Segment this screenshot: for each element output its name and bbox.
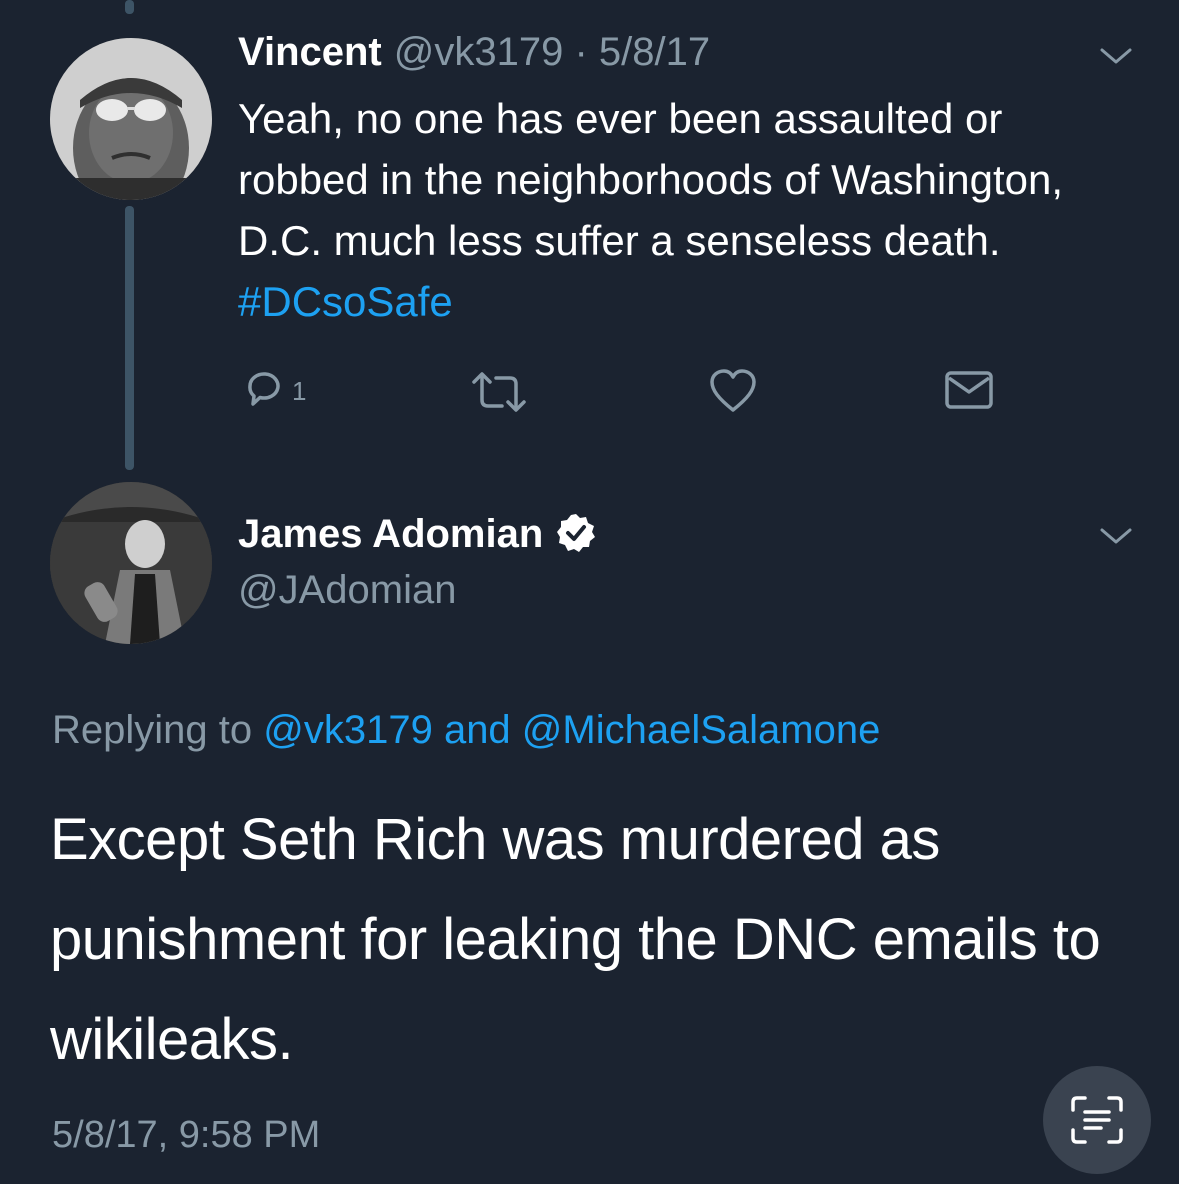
author-name[interactable]: Vincent @vk3179 · 5/8/17	[238, 30, 710, 75]
tweet-body: Yeah, no one has ever been assaulted or …	[238, 95, 1064, 264]
like-icon	[710, 369, 756, 412]
message-button[interactable]	[944, 370, 994, 410]
tweet-timestamp: 5/8/17, 9:58 PM	[52, 1114, 321, 1156]
reply-count: 1	[292, 375, 307, 406]
message-icon	[945, 371, 993, 409]
author-name[interactable]: James Adomian	[238, 512, 597, 557]
verified-badge-icon	[557, 514, 596, 553]
thread-line-top	[125, 0, 134, 14]
main-tweet-text: Except Seth Rich was murdered as punishm…	[50, 807, 1101, 1072]
replying-prefix: Replying to	[52, 708, 264, 752]
avatar[interactable]	[50, 482, 212, 644]
author-handle[interactable]: @JAdomian	[238, 568, 456, 613]
retweet-button[interactable]	[468, 370, 530, 414]
avatar[interactable]	[50, 38, 212, 200]
tweet-date[interactable]: 5/8/17	[599, 30, 710, 74]
separator: ·	[563, 30, 599, 74]
text-scan-button[interactable]	[1043, 1066, 1151, 1174]
author-display-name[interactable]: James Adomian	[238, 512, 543, 556]
like-button[interactable]	[708, 368, 758, 414]
reply-joiner[interactable]: and	[433, 708, 522, 752]
thread-line	[125, 206, 134, 470]
author-display-name[interactable]: Vincent	[238, 30, 382, 74]
text-scan-icon	[1071, 1096, 1123, 1144]
replying-to: Replying to @vk3179 and @MichaelSalamone	[52, 708, 880, 753]
reply-button[interactable]: 1	[242, 366, 306, 410]
reply-to-link-vk3179[interactable]: @vk3179	[263, 708, 433, 752]
tweet-text: Yeah, no one has ever been assaulted or …	[238, 88, 1118, 332]
reply-icon	[248, 372, 280, 406]
chevron-down-icon[interactable]	[1098, 524, 1134, 548]
retweet-icon	[472, 372, 526, 412]
chevron-down-icon[interactable]	[1098, 44, 1134, 68]
author-handle[interactable]: @vk3179	[394, 30, 564, 74]
reply-to-link-michaelsalamone[interactable]: @MichaelSalamone	[522, 708, 881, 752]
hashtag-link[interactable]: #DCsoSafe	[238, 278, 453, 325]
